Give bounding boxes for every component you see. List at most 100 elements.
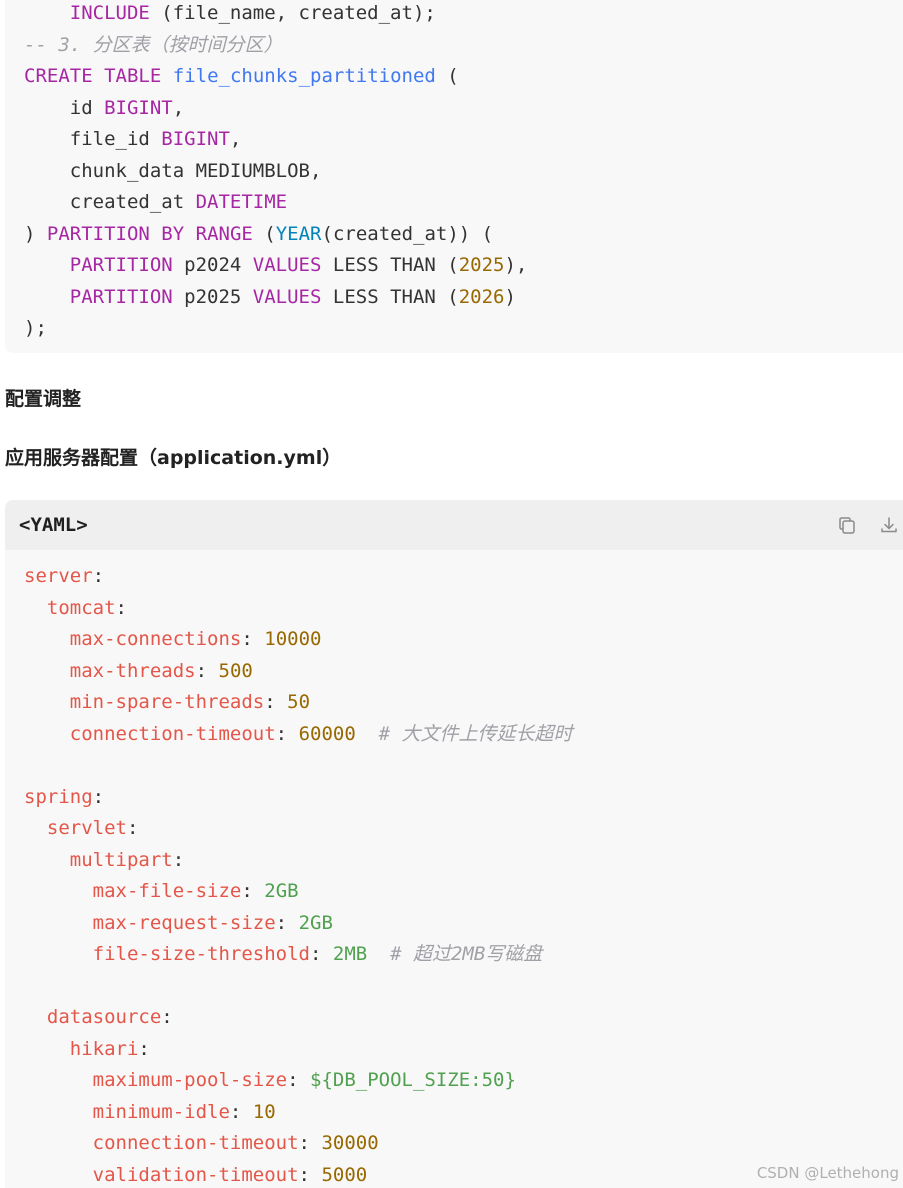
code-token: servlet	[46, 817, 127, 839]
code-token: PARTITION	[46, 222, 150, 245]
code-token: PARTITION	[69, 254, 173, 276]
code-block-header: <YAML>	[5, 500, 903, 550]
code-token: multipart	[69, 848, 173, 871]
code-line: id BIGINT,	[24, 93, 903, 125]
code-line: max-request-size: 2GB	[24, 908, 903, 940]
copy-icon[interactable]	[835, 513, 859, 537]
code-token: );	[24, 317, 47, 339]
code-token: 50	[287, 691, 311, 713]
yaml-code[interactable]: server: tomcat: max-connections: 10000 m…	[5, 550, 903, 1188]
code-token: max-request-size	[92, 911, 276, 934]
code-line: max-file-size: 2GB	[24, 876, 903, 908]
code-token: minimum-idle	[92, 1100, 230, 1123]
code-token: spring	[24, 785, 93, 808]
code-line: connection-timeout: 60000 # 大文件上传延长超时	[24, 719, 903, 751]
code-line: server:	[24, 561, 903, 593]
code-token: DATETIME	[195, 191, 288, 213]
code-token: file_id	[24, 128, 162, 150]
code-token: (file_name, created_at);	[149, 2, 436, 24]
code-line: created_at DATETIME	[24, 187, 903, 219]
code-token: # 大文件上传延长超时	[378, 722, 573, 745]
code-token: :	[126, 817, 139, 839]
code-token: 2GB	[298, 911, 333, 934]
code-token: (created_at)) (	[321, 222, 494, 245]
code-line: INCLUDE (file_name, created_at);	[24, 0, 903, 30]
code-token: connection-timeout	[69, 722, 276, 745]
code-token: (	[252, 222, 276, 245]
code-token: LESS THAN (	[321, 285, 459, 308]
download-icon[interactable]	[877, 513, 901, 537]
code-token: 30000	[321, 1132, 379, 1154]
code-token: :	[275, 911, 299, 934]
code-token: 10	[252, 1100, 276, 1123]
code-token: ),	[504, 254, 528, 276]
code-token: :	[229, 1100, 253, 1123]
code-line: min-spare-threads: 50	[24, 687, 903, 719]
article-page: INCLUDE (file_name, created_at); -- 3. 分区…	[0, 0, 903, 1188]
code-token: PARTITION	[69, 285, 173, 308]
code-token: :	[138, 1037, 150, 1060]
code-token: p2025	[172, 285, 253, 308]
code-token: 5000	[321, 1163, 368, 1186]
code-line: );	[24, 313, 903, 345]
code-token: VALUES	[252, 285, 322, 308]
code-block-actions	[835, 513, 903, 537]
yaml-code-block: <YAML> server: tomcat: max-connections: …	[5, 500, 903, 1188]
code-token: 60000	[298, 722, 356, 745]
code-line: tomcat:	[24, 593, 903, 625]
code-token: min-spare-threads	[69, 691, 265, 713]
code-token: validation-timeout	[92, 1163, 299, 1186]
code-line: servlet:	[24, 813, 903, 845]
code-language-label: <YAML>	[19, 514, 88, 536]
code-token: 2026	[458, 285, 505, 308]
code-token: -- 3. 分区表（按时间分区）	[24, 33, 283, 56]
section-heading-config: 配置调整	[5, 388, 82, 410]
code-line: spring:	[24, 782, 903, 814]
code-line: PARTITION p2025 VALUES LESS THAN (2026)	[24, 282, 903, 314]
code-line: max-threads: 500	[24, 656, 903, 688]
code-token: :	[241, 628, 265, 650]
code-token: hikari	[69, 1037, 139, 1060]
watermark: CSDN @Lethehong	[756, 1164, 899, 1182]
sql-code[interactable]: INCLUDE (file_name, created_at); -- 3. 分区…	[5, 0, 903, 345]
code-token: )	[24, 222, 47, 245]
code-token: )	[504, 285, 516, 308]
code-token: BIGINT	[161, 128, 230, 150]
code-line: multipart:	[24, 845, 903, 877]
code-line: CREATE TABLE file_chunks_partitioned (	[24, 61, 903, 93]
code-token: :	[161, 1006, 173, 1028]
code-token: server	[24, 565, 93, 587]
code-line: datasource:	[24, 1002, 903, 1034]
code-token: ${DB_POOL_SIZE:50}	[310, 1069, 516, 1091]
code-line: -- 3. 分区表（按时间分区）	[24, 30, 903, 62]
code-token: BY	[161, 222, 185, 245]
code-line: minimum-idle: 10	[24, 1097, 903, 1129]
code-token: file_chunks_partitioned	[172, 65, 436, 87]
code-token: :	[115, 596, 127, 619]
code-token: TABLE	[104, 65, 162, 87]
code-token: 2GB	[264, 880, 299, 902]
code-token: VALUES	[252, 254, 322, 276]
code-token: max-file-size	[92, 880, 242, 902]
code-token: # 超过2MB写磁盘	[390, 943, 543, 965]
code-token: :	[275, 722, 299, 745]
code-token: (	[435, 65, 459, 87]
code-line: file_id BIGINT,	[24, 124, 903, 156]
code-token: :	[92, 785, 105, 808]
code-line: file-size-threshold: 2MB # 超过2MB写磁盘	[24, 939, 903, 971]
